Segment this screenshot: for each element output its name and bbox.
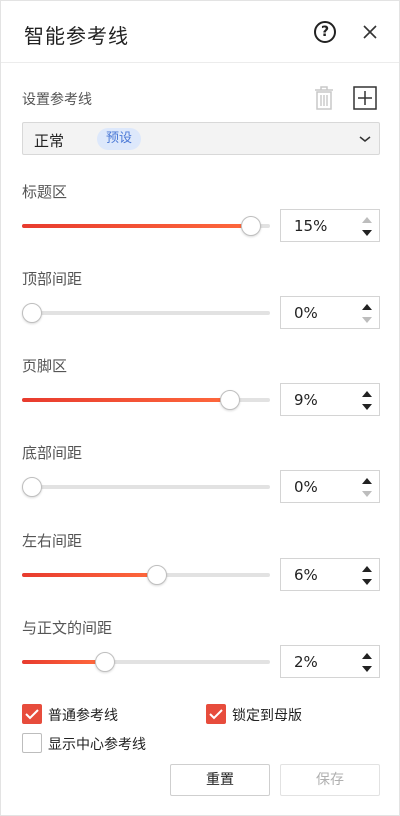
add-guide-icon[interactable]: [353, 86, 377, 110]
footer-area-stepper[interactable]: 9%: [280, 383, 380, 416]
checkmark-icon: [209, 709, 223, 720]
stepper-up-icon[interactable]: [361, 651, 373, 661]
slider-thumb[interactable]: [22, 477, 42, 497]
footer-area-slider[interactable]: [22, 390, 270, 410]
help-icon[interactable]: ?: [314, 21, 336, 43]
body-spacing-slider[interactable]: [22, 652, 270, 672]
stepper-down-icon[interactable]: [361, 664, 373, 674]
stepper-value[interactable]: 15%: [294, 217, 327, 235]
chevron-down-icon: [359, 136, 371, 142]
reset-button[interactable]: 重置: [170, 764, 270, 796]
stepper-value[interactable]: 0%: [294, 478, 318, 496]
stepper-value[interactable]: 2%: [294, 653, 318, 671]
bottom-margin-stepper[interactable]: 0%: [280, 470, 380, 503]
top-margin-stepper[interactable]: 0%: [280, 296, 380, 329]
close-icon[interactable]: [359, 21, 381, 43]
stepper-down-icon[interactable]: [361, 315, 373, 325]
stepper-value[interactable]: 0%: [294, 304, 318, 322]
slider-thumb[interactable]: [240, 216, 261, 236]
slider-thumb[interactable]: [22, 303, 42, 323]
preset-badge: 预设: [97, 128, 142, 150]
footer-area-label: 页脚区: [22, 357, 68, 375]
panel-title: 智能参考线: [24, 24, 129, 48]
side-margin-stepper[interactable]: 6%: [280, 558, 380, 591]
slider-thumb[interactable]: [147, 565, 168, 585]
stepper-up-icon[interactable]: [361, 389, 373, 399]
stepper-down-icon[interactable]: [361, 228, 373, 238]
title-bar: 智能参考线 ?: [1, 1, 399, 63]
bottom-margin-label: 底部间距: [22, 444, 83, 462]
preset-value: 正常: [34, 132, 65, 150]
center-guides-label[interactable]: 显示中心参考线: [48, 734, 146, 754]
checkmark-icon: [25, 709, 39, 720]
slider-fill: [22, 224, 261, 228]
preset-select[interactable]: 正常 预设: [22, 122, 380, 155]
slider-fill: [22, 398, 238, 402]
stepper-up-icon[interactable]: [361, 564, 373, 574]
normal-guides-label[interactable]: 普通参考线: [48, 705, 118, 725]
title-area-stepper[interactable]: 15%: [280, 209, 380, 242]
normal-guides-checkbox[interactable]: [22, 704, 42, 724]
bottom-margin-slider[interactable]: [22, 477, 270, 497]
stepper-down-icon[interactable]: [361, 577, 373, 587]
side-margin-label: 左右间距: [22, 532, 83, 550]
stepper-down-icon[interactable]: [361, 402, 373, 412]
stepper-value[interactable]: 9%: [294, 391, 318, 409]
set-guides-label: 设置参考线: [22, 92, 92, 108]
stepper-value[interactable]: 6%: [294, 566, 318, 584]
trash-icon[interactable]: [312, 85, 336, 111]
top-margin-slider[interactable]: [22, 303, 270, 323]
stepper-up-icon[interactable]: [361, 302, 373, 312]
lock-master-label[interactable]: 锁定到母版: [232, 705, 302, 725]
top-margin-label: 顶部间距: [22, 270, 83, 288]
title-area-label: 标题区: [22, 183, 68, 201]
lock-master-checkbox[interactable]: [206, 704, 226, 724]
smart-guides-panel: 智能参考线 ? 设置参考线 正常 预设 标题区 15% 顶部间距 0% 页脚区 …: [0, 0, 400, 816]
stepper-up-icon[interactable]: [361, 215, 373, 225]
stepper-up-icon[interactable]: [361, 476, 373, 486]
save-button[interactable]: 保存: [280, 764, 380, 796]
slider-fill: [22, 573, 159, 577]
body-spacing-label: 与正文的间距: [22, 619, 113, 637]
side-margin-slider[interactable]: [22, 565, 270, 585]
slider-fill: [22, 660, 102, 664]
stepper-down-icon[interactable]: [361, 489, 373, 499]
center-guides-checkbox[interactable]: [22, 733, 42, 753]
slider-thumb[interactable]: [94, 652, 115, 672]
title-area-slider[interactable]: [22, 216, 270, 236]
slider-thumb[interactable]: [220, 390, 241, 410]
body-spacing-stepper[interactable]: 2%: [280, 645, 380, 678]
